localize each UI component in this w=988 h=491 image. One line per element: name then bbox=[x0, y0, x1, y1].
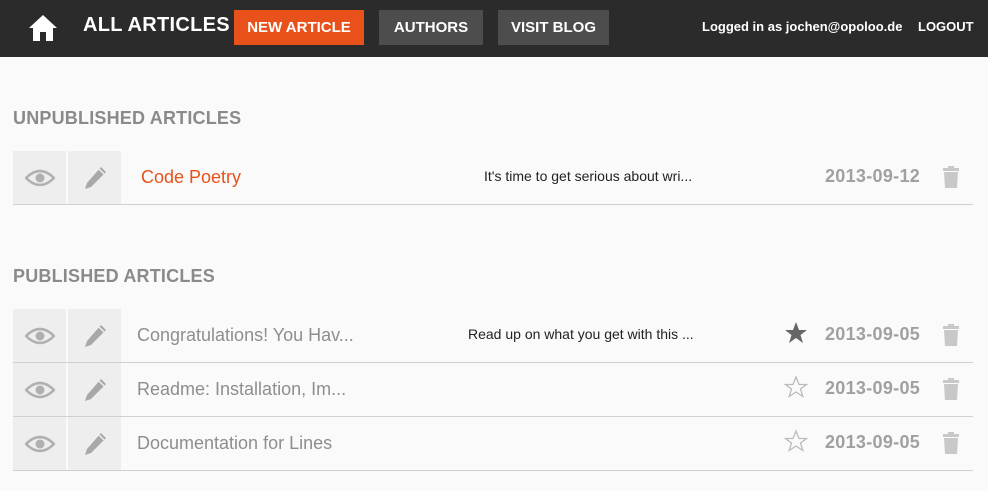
eye-icon bbox=[24, 169, 55, 186]
star-filled-icon bbox=[785, 322, 807, 343]
view-button[interactable] bbox=[13, 417, 66, 470]
article-row: Congratulations! You Hav... Read up on w… bbox=[13, 309, 973, 363]
delete-button[interactable] bbox=[942, 166, 960, 188]
star-outline-icon bbox=[783, 375, 809, 399]
article-date: 2013-09-12 bbox=[825, 166, 921, 186]
view-button[interactable] bbox=[13, 151, 66, 204]
edit-button[interactable] bbox=[68, 309, 121, 362]
article-row: Readme: Installation, Im... 2013-09-05 bbox=[13, 363, 973, 417]
article-title[interactable]: Readme: Installation, Im... bbox=[137, 379, 346, 400]
article-date: 2013-09-05 bbox=[825, 432, 921, 452]
featured-toggle[interactable] bbox=[783, 375, 809, 399]
article-summary: It's time to get serious about wri... bbox=[484, 168, 693, 184]
new-article-button[interactable]: NEW ARTICLE bbox=[234, 10, 364, 45]
article-title[interactable]: Code Poetry bbox=[141, 167, 241, 188]
edit-button[interactable] bbox=[68, 363, 121, 416]
pencil-icon bbox=[84, 324, 106, 347]
trash-icon bbox=[943, 432, 959, 454]
authors-button[interactable]: AUTHORS bbox=[379, 10, 483, 45]
edit-button[interactable] bbox=[68, 151, 121, 204]
pencil-icon bbox=[84, 378, 106, 401]
view-button[interactable] bbox=[13, 309, 66, 362]
trash-icon bbox=[943, 324, 959, 346]
delete-button[interactable] bbox=[942, 324, 960, 346]
trash-icon bbox=[943, 378, 959, 400]
delete-button[interactable] bbox=[942, 378, 960, 400]
article-title[interactable]: Congratulations! You Hav... bbox=[137, 325, 354, 346]
eye-icon bbox=[24, 327, 55, 344]
featured-toggle[interactable] bbox=[784, 321, 808, 345]
article-date: 2013-09-05 bbox=[825, 324, 921, 344]
edit-button[interactable] bbox=[68, 417, 121, 470]
top-navigation-bar: ALL ARTICLES NEW ARTICLE AUTHORS VISIT B… bbox=[0, 0, 988, 57]
unpublished-articles-heading: UNPUBLISHED ARTICLES bbox=[13, 108, 242, 128]
home-icon[interactable] bbox=[27, 12, 59, 44]
article-summary: Read up on what you get with this ... bbox=[468, 326, 694, 342]
logout-link[interactable]: LOGOUT bbox=[918, 19, 974, 34]
article-title[interactable]: Documentation for Lines bbox=[137, 433, 332, 454]
page-title: ALL ARTICLES bbox=[83, 14, 230, 36]
logged-in-status: Logged in as jochen@opoloo.de bbox=[702, 19, 903, 34]
pencil-icon bbox=[84, 432, 106, 455]
delete-button[interactable] bbox=[942, 432, 960, 454]
eye-icon bbox=[24, 381, 55, 398]
article-row: Code Poetry It's time to get serious abo… bbox=[13, 151, 973, 205]
view-button[interactable] bbox=[13, 363, 66, 416]
star-outline-icon bbox=[783, 429, 809, 453]
published-articles-heading: PUBLISHED ARTICLES bbox=[13, 266, 215, 286]
article-date: 2013-09-05 bbox=[825, 378, 921, 398]
visit-blog-button[interactable]: VISIT BLOG bbox=[498, 10, 609, 45]
pencil-icon bbox=[84, 166, 106, 189]
trash-icon bbox=[943, 166, 959, 188]
eye-icon bbox=[24, 435, 55, 452]
article-row: Documentation for Lines 2013-09-05 bbox=[13, 417, 973, 471]
featured-toggle[interactable] bbox=[783, 429, 809, 453]
